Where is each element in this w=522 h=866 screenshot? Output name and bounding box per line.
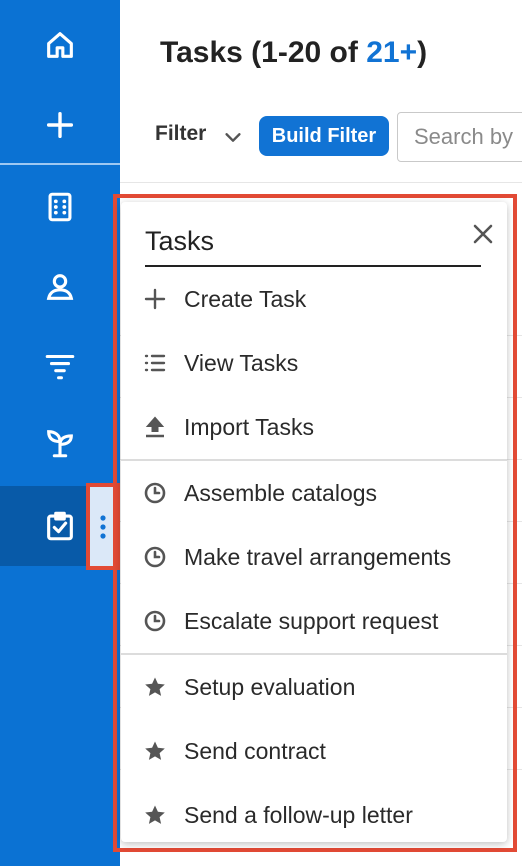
star-icon — [145, 677, 165, 696]
clipboard-check-icon — [47, 511, 73, 541]
page-title-text: Tasks (1-20 of — [160, 36, 367, 69]
chevron-down-icon[interactable] — [222, 126, 244, 148]
menu-item-recent[interactable]: Assemble catalogs — [121, 461, 507, 525]
menu-item-label: Send contract — [184, 737, 326, 764]
search-input[interactable]: Search by — [397, 112, 522, 162]
star-icon — [145, 805, 165, 824]
accounts-nav-button[interactable] — [0, 168, 120, 246]
table-row-divider — [120, 182, 522, 183]
nav-rail — [0, 0, 120, 866]
menu-item-recent[interactable]: Escalate support request — [121, 589, 507, 653]
menu-item-label: Escalate support request — [184, 607, 439, 634]
kebab-icon — [100, 514, 106, 539]
menu-item-label: Import Tasks — [184, 413, 314, 440]
menu-item-recent[interactable]: Make travel arrangements — [121, 525, 507, 589]
menu-item-view-tasks[interactable]: View Tasks — [121, 331, 507, 395]
plus-icon — [46, 111, 74, 139]
menu-item-label: Create Task — [184, 285, 307, 312]
leads-nav-button[interactable] — [0, 326, 120, 404]
menu-item-label: View Tasks — [184, 349, 299, 376]
person-icon — [46, 274, 74, 300]
rail-divider — [0, 163, 120, 165]
building-icon — [48, 192, 72, 222]
quick-create-button[interactable] — [0, 86, 120, 164]
list-icon — [144, 354, 166, 372]
plus-icon — [144, 288, 166, 310]
menu-item-label: Setup evaluation — [184, 673, 356, 700]
close-icon[interactable] — [471, 222, 495, 246]
menu-item-favorite[interactable]: Setup evaluation — [121, 655, 507, 719]
record-count: 21+ — [366, 36, 418, 69]
funnel-icon — [45, 354, 75, 380]
menu-item-label: Make travel arrangements — [184, 543, 452, 570]
star-icon — [145, 741, 165, 760]
menu-item-label: Assemble catalogs — [184, 479, 378, 506]
build-filter-button[interactable]: Build Filter — [259, 116, 389, 156]
page-title-suffix: ) — [417, 36, 428, 69]
home-icon — [47, 32, 73, 58]
menu-title: Tasks — [145, 226, 215, 256]
menu-item-favorite[interactable]: Send a follow-up letter — [121, 783, 507, 847]
tasks-module-menu: Tasks Create Task View Tasks Import Task… — [121, 202, 507, 842]
menu-item-create-task[interactable]: Create Task — [121, 267, 507, 331]
menu-item-import-tasks[interactable]: Import Tasks — [121, 395, 507, 459]
menu-item-label: Send a follow-up letter — [184, 801, 413, 828]
menu-item-favorite[interactable]: Send contract — [121, 719, 507, 783]
clock-icon — [144, 546, 166, 568]
upload-icon — [145, 416, 165, 438]
sprout-icon — [47, 430, 73, 458]
clock-icon — [144, 482, 166, 504]
clock-icon — [144, 610, 166, 632]
home-nav-button[interactable] — [0, 6, 120, 84]
page-title: Tasks (1-20 of 21+) — [160, 36, 427, 70]
contacts-nav-button[interactable] — [0, 248, 120, 326]
filter-label[interactable]: Filter — [155, 122, 206, 146]
opportunities-nav-button[interactable] — [0, 404, 120, 482]
